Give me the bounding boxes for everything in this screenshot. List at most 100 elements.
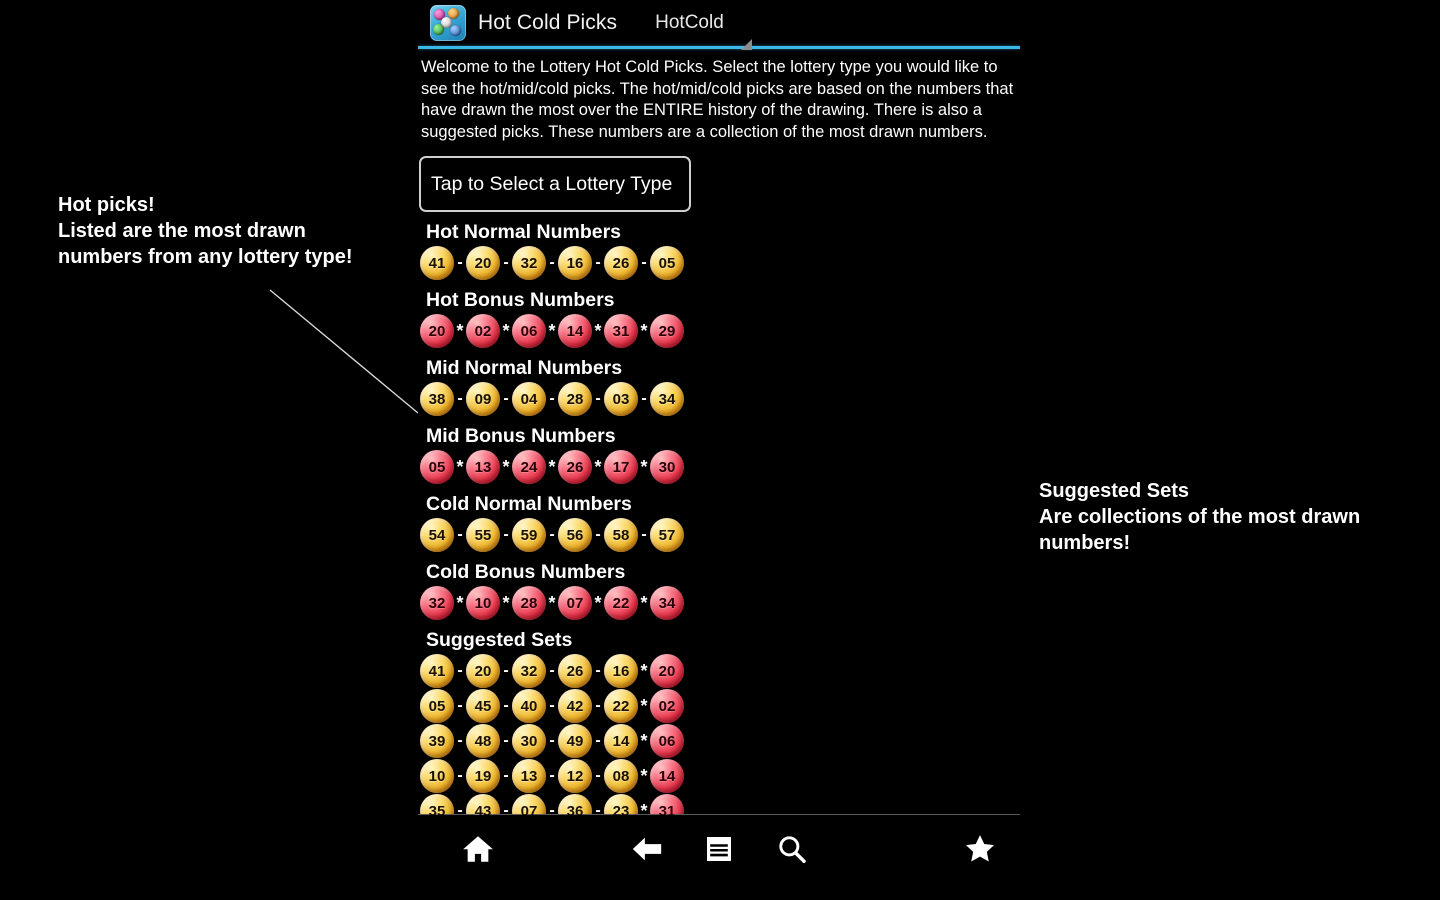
star-separator: *	[594, 593, 602, 613]
star-separator: *	[502, 593, 510, 613]
nav-search-button[interactable]	[758, 822, 826, 876]
dash-separator: -	[549, 390, 555, 407]
dash-separator: -	[549, 526, 555, 543]
ball-number: 30	[520, 732, 538, 750]
ball-number: 35	[428, 802, 446, 816]
normal-ball: 38	[420, 382, 454, 416]
normal-ball: 23	[604, 794, 638, 815]
star-separator: *	[548, 321, 556, 341]
action-bar: Hot Cold Picks HotCold	[418, 0, 1020, 50]
normal-ball: 49	[558, 724, 592, 758]
normal-ball: 57	[650, 518, 684, 552]
ball-number: 06	[520, 322, 538, 340]
bottom-nav-bar	[418, 818, 1020, 880]
ball-number: 14	[612, 732, 630, 750]
dash-separator: -	[595, 254, 601, 271]
select-lottery-type-button[interactable]: Tap to Select a Lottery Type	[419, 156, 691, 212]
ball-number: 08	[612, 767, 630, 785]
ball-number: 10	[428, 767, 446, 785]
bonus-ball: 24	[512, 450, 546, 484]
tab-hotcold[interactable]: HotCold	[655, 12, 752, 50]
ball-number: 40	[520, 697, 538, 715]
suggested-set-row: 35-43-07-36-23 * 31	[420, 794, 1020, 815]
star-separator: *	[640, 661, 648, 681]
star-icon	[963, 832, 997, 866]
home-icon	[461, 832, 495, 866]
dash-separator: -	[549, 254, 555, 271]
ball-number: 13	[520, 767, 538, 785]
section-title: Hot Normal Numbers	[426, 221, 622, 243]
bonus-ball: 02	[650, 689, 684, 723]
dash-separator: -	[549, 662, 555, 679]
nav-back-button[interactable]	[613, 822, 681, 876]
ball-number: 36	[566, 802, 584, 816]
tab-hotcold-label: HotCold	[655, 12, 724, 33]
ball-number: 16	[612, 662, 630, 680]
ball-number: 32	[428, 594, 446, 612]
nav-favorites-button[interactable]	[946, 822, 1014, 876]
bonus-ball: 26	[558, 450, 592, 484]
star-separator: *	[640, 731, 648, 751]
normal-ball: 05	[650, 246, 684, 280]
normal-ball: 20	[466, 246, 500, 280]
ball-number: 05	[428, 458, 446, 476]
ball-number: 19	[474, 767, 492, 785]
dash-separator: -	[503, 662, 509, 679]
dash-separator: -	[549, 697, 555, 714]
ball-number: 20	[658, 662, 676, 680]
suggested-sets-list: 41-20-32-26-16 * 20 05-45-40-42-22 * 02 39-48-…	[418, 654, 1020, 815]
search-icon	[776, 833, 808, 865]
nav-divider	[418, 814, 1020, 815]
chevron-down-icon[interactable]	[740, 39, 752, 50]
dash-separator: -	[595, 390, 601, 407]
star-separator: *	[640, 696, 648, 716]
nav-home-button[interactable]	[440, 822, 516, 876]
bonus-ball: 32	[420, 586, 454, 620]
ball-row: 41-20-32-16-26-05	[420, 246, 1020, 280]
normal-ball: 20	[466, 654, 500, 688]
ball-number: 14	[566, 322, 584, 340]
suggested-set-row: 05-45-40-42-22 * 02	[420, 689, 1020, 723]
star-separator: *	[502, 457, 510, 477]
ball-number: 05	[658, 254, 676, 272]
dash-separator: -	[457, 662, 463, 679]
ball-number: 23	[612, 802, 630, 816]
normal-ball: 14	[604, 724, 638, 758]
app-content: Welcome to the Lottery Hot Cold Picks. S…	[418, 49, 1020, 815]
normal-ball: 36	[558, 794, 592, 815]
ball-number: 02	[658, 697, 676, 715]
dash-separator: -	[595, 697, 601, 714]
ball-number: 24	[520, 458, 538, 476]
bonus-ball: 06	[650, 724, 684, 758]
star-separator: *	[456, 593, 464, 613]
normal-ball: 48	[466, 724, 500, 758]
ball-number: 29	[658, 322, 676, 340]
section-title: Hot Bonus Numbers	[426, 289, 615, 311]
dash-separator: -	[457, 697, 463, 714]
normal-ball: 34	[650, 382, 684, 416]
intro-text: Welcome to the Lottery Hot Cold Picks. S…	[421, 58, 1014, 141]
dash-separator: -	[549, 732, 555, 749]
star-separator: *	[502, 321, 510, 341]
dash-separator: -	[641, 254, 647, 271]
normal-ball: 26	[604, 246, 638, 280]
back-icon	[630, 832, 664, 866]
ball-row: 32 * 10 * 28 * 07 * 22 * 34	[420, 586, 1020, 620]
ball-number: 04	[520, 390, 538, 408]
normal-ball: 40	[512, 689, 546, 723]
dash-separator: -	[595, 662, 601, 679]
ball-number: 32	[520, 254, 538, 272]
star-separator: *	[640, 593, 648, 613]
bonus-ball: 06	[512, 314, 546, 348]
nav-menu-button[interactable]	[685, 822, 753, 876]
star-separator: *	[594, 321, 602, 341]
bonus-ball: 29	[650, 314, 684, 348]
dash-separator: -	[503, 254, 509, 271]
normal-ball: 19	[466, 759, 500, 793]
ball-number: 45	[474, 697, 492, 715]
ball-number: 20	[474, 254, 492, 272]
normal-ball: 56	[558, 518, 592, 552]
bonus-ball: 14	[650, 759, 684, 793]
star-separator: *	[548, 457, 556, 477]
bonus-ball: 10	[466, 586, 500, 620]
